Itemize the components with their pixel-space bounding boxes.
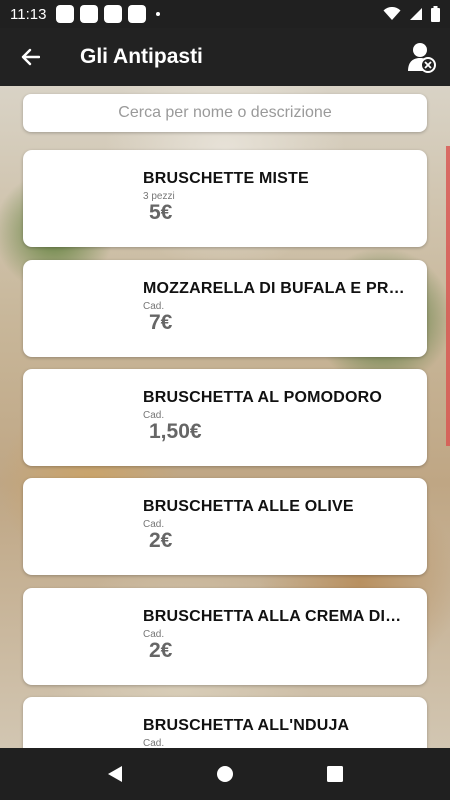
item-name: BRUSCHETTA ALL'NDUJA <box>143 717 350 734</box>
search-box[interactable] <box>23 93 427 133</box>
menu-item-card[interactable]: BRUSCHETTA ALL'NDUJA Cad. <box>23 697 427 748</box>
arrow-back-icon <box>21 48 40 66</box>
notification-icon <box>104 5 123 23</box>
battery-icon <box>431 6 440 22</box>
app-bar: Gli Antipasti <box>0 28 450 86</box>
menu-list-area[interactable]: BRUSCHETTE MISTE 3 pezzi 5€ MOZZARELLA D… <box>0 86 450 748</box>
circle-home-icon <box>217 766 233 782</box>
menu-item-card[interactable]: BRUSCHETTA ALLE OLIVE Cad. 2€ <box>23 478 427 575</box>
item-price: 2€ <box>149 529 173 552</box>
nav-back-button[interactable] <box>95 754 135 794</box>
signal-icon <box>410 8 422 20</box>
scroll-accent <box>446 146 450 446</box>
menu-item-card[interactable]: MOZZARELLA DI BUFALA E PROSCIUTTO Cad. 7… <box>23 260 427 357</box>
item-name: BRUSCHETTE MISTE <box>143 170 309 187</box>
more-notifications-icon <box>156 12 161 16</box>
item-name: BRUSCHETTA ALLE OLIVE <box>143 498 354 515</box>
status-icons <box>383 6 440 22</box>
menu-item-card[interactable]: BRUSCHETTA AL POMODORO Cad. 1,50€ <box>23 369 427 466</box>
search-input[interactable] <box>23 93 427 133</box>
item-name: MOZZARELLA DI BUFALA E PROSCIUTTO <box>143 280 405 297</box>
item-price: 5€ <box>149 201 173 224</box>
item-price: 2€ <box>149 639 173 662</box>
status-time: 11:13 <box>10 5 47 23</box>
item-name: BRUSCHETTA AL POMODORO <box>143 389 383 406</box>
triangle-back-icon <box>108 766 122 782</box>
item-name: BRUSCHETTA ALLA CREMA DI CARCIOFI <box>143 608 405 625</box>
item-price: 1,50€ <box>149 420 202 443</box>
page-title: Gli Antipasti <box>80 45 203 68</box>
menu-item-card[interactable]: BRUSCHETTE MISTE 3 pezzi 5€ <box>23 150 427 247</box>
status-bar: 11:13 <box>0 0 450 28</box>
nav-home-button[interactable] <box>205 754 245 794</box>
system-nav-bar <box>0 748 450 800</box>
profile-button[interactable] <box>394 28 450 86</box>
notification-icon <box>56 5 75 23</box>
item-unit: Cad. <box>143 738 165 748</box>
back-button[interactable] <box>0 28 60 86</box>
notification-icon <box>80 5 99 23</box>
notification-icon <box>128 5 147 23</box>
wifi-icon <box>383 7 401 20</box>
menu-item-card[interactable]: BRUSCHETTA ALLA CREMA DI CARCIOFI Cad. 2… <box>23 588 427 685</box>
nav-recents-button[interactable] <box>315 754 355 794</box>
item-price: 7€ <box>149 311 173 334</box>
user-remove-icon <box>408 43 436 73</box>
square-recents-icon <box>327 766 343 782</box>
